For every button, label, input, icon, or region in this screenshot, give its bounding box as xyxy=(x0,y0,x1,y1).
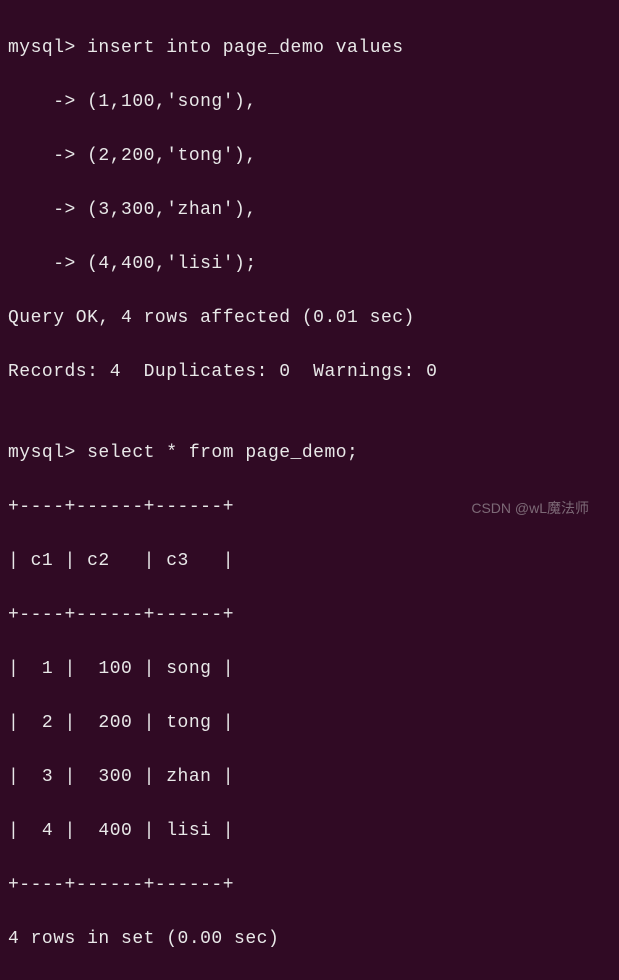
terminal-line: -> (1,100,'song'), xyxy=(8,89,611,116)
table-row: | 1 | 100 | song | xyxy=(8,656,611,683)
query-result: Query OK, 4 rows affected (0.01 sec) xyxy=(8,305,611,332)
watermark: CSDN @wL魔法师 xyxy=(471,498,589,519)
table-row: | 3 | 300 | zhan | xyxy=(8,764,611,791)
table-row: | 4 | 400 | lisi | xyxy=(8,818,611,845)
terminal-line: mysql> insert into page_demo values xyxy=(8,35,611,62)
table-border: +----+------+------+ xyxy=(8,602,611,629)
query-stats: Records: 4 Duplicates: 0 Warnings: 0 xyxy=(8,359,611,386)
table-row: | 2 | 200 | tong | xyxy=(8,710,611,737)
terminal-output: mysql> insert into page_demo values -> (… xyxy=(8,8,611,980)
terminal-line: mysql> select * from page_demo; xyxy=(8,440,611,467)
query-result: 4 rows in set (0.00 sec) xyxy=(8,926,611,953)
terminal-line: -> (3,300,'zhan'), xyxy=(8,197,611,224)
table-border: +----+------+------+ xyxy=(8,872,611,899)
terminal-line: -> (4,400,'lisi'); xyxy=(8,251,611,278)
table-header: | c1 | c2 | c3 | xyxy=(8,548,611,575)
terminal-line: -> (2,200,'tong'), xyxy=(8,143,611,170)
